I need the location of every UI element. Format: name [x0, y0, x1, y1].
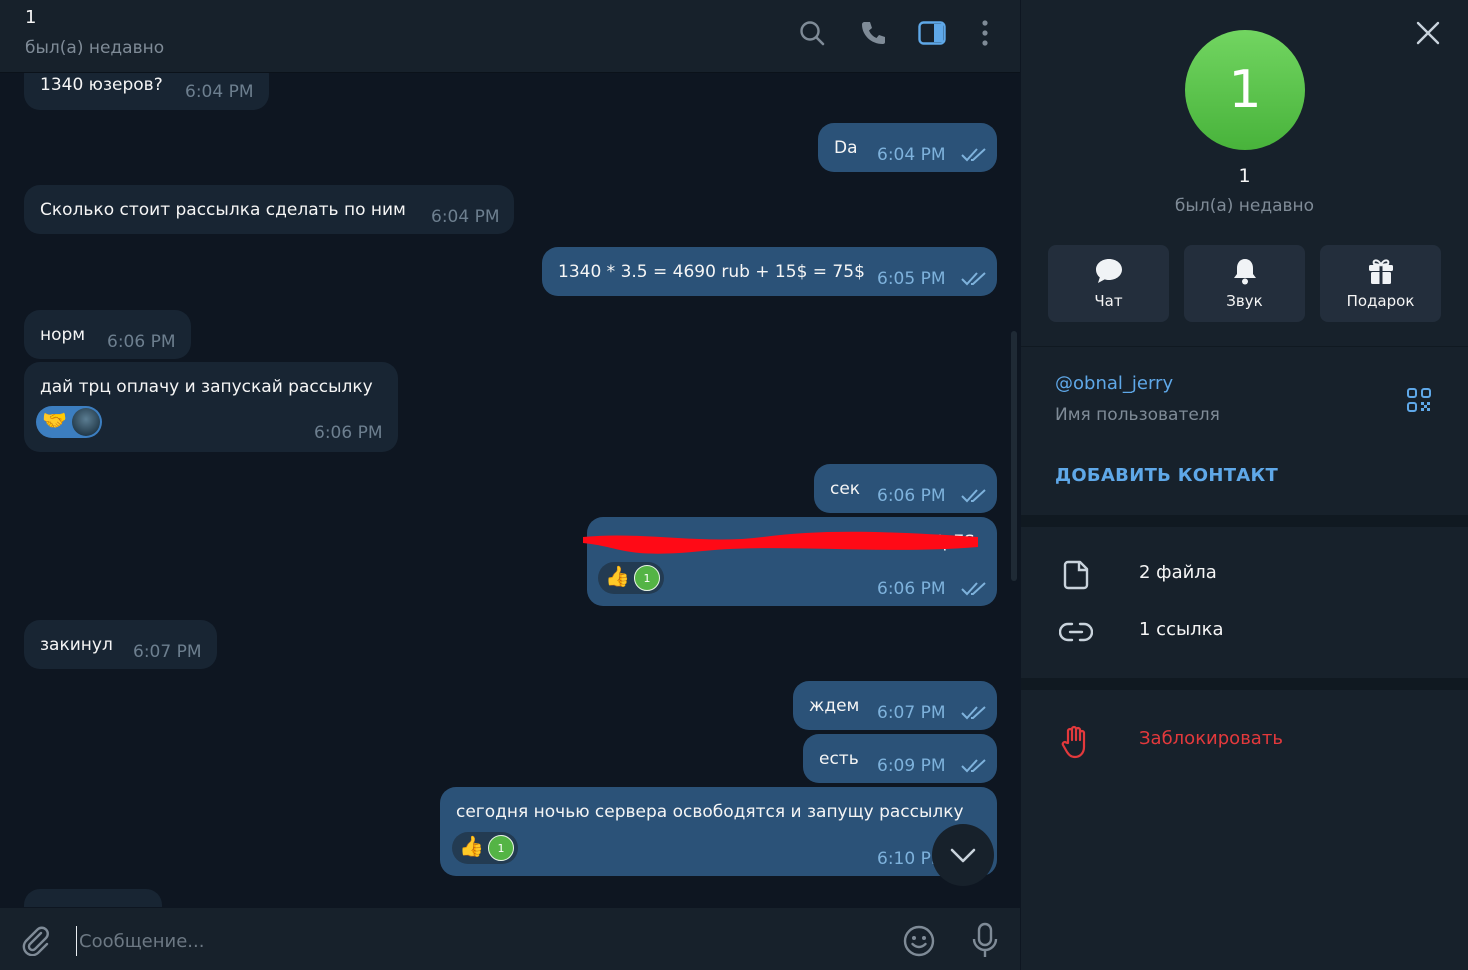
microphone-icon[interactable] [970, 922, 1000, 960]
message-time: 6:06 PM [107, 332, 176, 352]
message-composer [0, 908, 1020, 970]
chat-title[interactable]: 1 [25, 7, 36, 28]
reaction-emoji: 👍 [605, 564, 630, 588]
add-contact-button[interactable]: ДОБАВИТЬ КОНТАКТ [1055, 465, 1278, 486]
block-user-label: Заблокировать [1139, 728, 1283, 749]
chat-area: 1 был(а) недавно 1340 юзеров? 6:04 PM Da [0, 0, 1020, 970]
gift-icon [1369, 259, 1393, 284]
read-check-icon [961, 582, 986, 596]
reactor-avatar [72, 408, 100, 436]
sound-button-label: Звук [1226, 292, 1263, 310]
read-check-icon [961, 489, 986, 503]
redaction-scribble [583, 531, 978, 554]
scrollbar-thumb[interactable] [1011, 331, 1017, 581]
message-incoming[interactable]: 1340 юзеров? 6:04 PM [24, 73, 269, 110]
hand-stop-icon [1061, 725, 1086, 759]
message-time: 6:05 PM [877, 269, 946, 289]
message-time: 6:04 PM [877, 145, 946, 165]
attach-icon[interactable] [20, 924, 52, 956]
message-text: ждем [809, 696, 860, 716]
message-incoming[interactable]: закинул 6:07 PM [24, 620, 217, 669]
read-check-icon [961, 759, 986, 773]
chat-button-label: Чат [1094, 292, 1123, 310]
files-count: 2 файла [1139, 562, 1217, 583]
username-label: Имя пользователя [1055, 405, 1220, 425]
message-time: 6:04 PM [185, 82, 254, 102]
message-input[interactable] [76, 926, 861, 956]
profile-panel: 1 1 был(а) недавно Чат Звук Подарок @obn… [1021, 0, 1468, 970]
chat-header[interactable]: 1 был(а) недавно [0, 0, 1020, 73]
message-text: 1340 * 3.5 = 4690 rub + 15$ = 75$ [558, 262, 865, 282]
reaction-chip[interactable]: 👍 1 [452, 832, 518, 864]
message-text: сегодня ночью сервера освободятся и запу… [456, 802, 964, 822]
message-time: 6:09 PM [877, 756, 946, 776]
message-time: 6:06 PM [877, 579, 946, 599]
files-row[interactable]: 2 файла [1021, 547, 1468, 599]
reaction-count: 1 [488, 835, 514, 861]
message-text: закинул [40, 635, 113, 655]
message-time: 6:07 PM [133, 642, 202, 662]
profile-status: был(а) недавно [1174, 196, 1315, 216]
sound-button[interactable]: Звук [1184, 245, 1305, 322]
message-time: 6:04 PM [431, 207, 500, 227]
message-time: 6:06 PM [877, 486, 946, 506]
message-outgoing[interactable]: 1340 * 3.5 = 4690 rub + 15$ = 75$ 6:05 P… [542, 247, 997, 296]
chat-status: был(а) недавно [25, 38, 165, 58]
message-outgoing[interactable]: ждем 6:07 PM [793, 681, 997, 730]
reaction-count: 1 [634, 565, 660, 591]
block-user-button[interactable]: Заблокировать [1021, 713, 1468, 765]
message-outgoing[interactable]: есть 6:09 PM [803, 734, 997, 783]
message-text: Da [834, 138, 858, 158]
gift-button-label: Подарок [1346, 292, 1415, 310]
read-check-icon [961, 706, 986, 720]
reaction-emoji: 🤝 [42, 408, 67, 432]
username-link[interactable]: @obnal_jerry [1055, 373, 1173, 394]
read-check-icon [961, 148, 986, 162]
user-info-section: @obnal_jerry Имя пользователя ДОБАВИТЬ К… [1021, 347, 1468, 515]
message-time: 6:06 PM [314, 423, 383, 443]
message-incoming[interactable] [24, 889, 162, 907]
message-incoming[interactable]: дай трц оплачу и запускай рассылку 🤝 6:0… [24, 362, 398, 452]
scroll-to-bottom-button[interactable] [932, 824, 994, 886]
reaction-chip[interactable]: 🤝 [36, 406, 102, 438]
message-text: Сколько стоит рассылка сделать по ним [40, 200, 406, 220]
gift-button[interactable]: Подарок [1320, 245, 1441, 322]
phone-icon[interactable] [858, 18, 888, 48]
chat-bubble-icon [1096, 259, 1122, 283]
chat-button[interactable]: Чат [1048, 245, 1169, 322]
message-text: сек [830, 479, 861, 499]
links-count: 1 ссылка [1139, 619, 1224, 640]
reaction-emoji: 👍 [459, 834, 484, 858]
bell-icon [1234, 259, 1256, 285]
reaction-chip[interactable]: 👍 1 [598, 562, 664, 594]
link-icon [1059, 622, 1093, 642]
section-gap [1021, 678, 1468, 690]
profile-name: 1 [1238, 165, 1251, 187]
more-menu-icon[interactable] [970, 18, 1000, 48]
message-text: норм [40, 325, 86, 345]
message-incoming[interactable]: Сколько стоит рассылка сделать по ним 6:… [24, 185, 514, 234]
message-outgoing[interactable]: Da 6:04 PM [818, 123, 997, 172]
emoji-icon[interactable] [902, 924, 936, 958]
message-outgoing[interactable]: сек 6:06 PM [814, 464, 997, 513]
message-incoming[interactable]: норм 6:06 PM [24, 310, 191, 359]
close-icon[interactable] [1415, 20, 1441, 46]
message-scrollbar[interactable] [1009, 73, 1020, 907]
avatar[interactable]: 1 [1185, 30, 1305, 150]
message-outgoing[interactable]: сегодня ночью сервера освободятся и запу… [440, 787, 997, 876]
message-text: есть [819, 749, 859, 769]
message-outgoing[interactable]: CFTNpES 👍 1 6:06 PM [583, 517, 997, 606]
read-check-icon [961, 272, 986, 286]
links-row[interactable]: 1 ссылка [1021, 604, 1468, 656]
qr-code-icon[interactable] [1406, 387, 1432, 413]
message-text: 1340 юзеров? [40, 75, 163, 95]
section-gap [1021, 515, 1468, 527]
file-icon [1063, 560, 1089, 590]
search-icon[interactable] [797, 18, 827, 48]
message-time: 6:07 PM [877, 703, 946, 723]
chevron-down-icon [950, 848, 976, 863]
message-list[interactable]: 1340 юзеров? 6:04 PM Da 6:04 PM Сколько … [0, 73, 1008, 907]
sidebar-toggle-icon[interactable] [917, 18, 947, 48]
message-text: дай трц оплачу и запускай рассылку [40, 377, 373, 397]
